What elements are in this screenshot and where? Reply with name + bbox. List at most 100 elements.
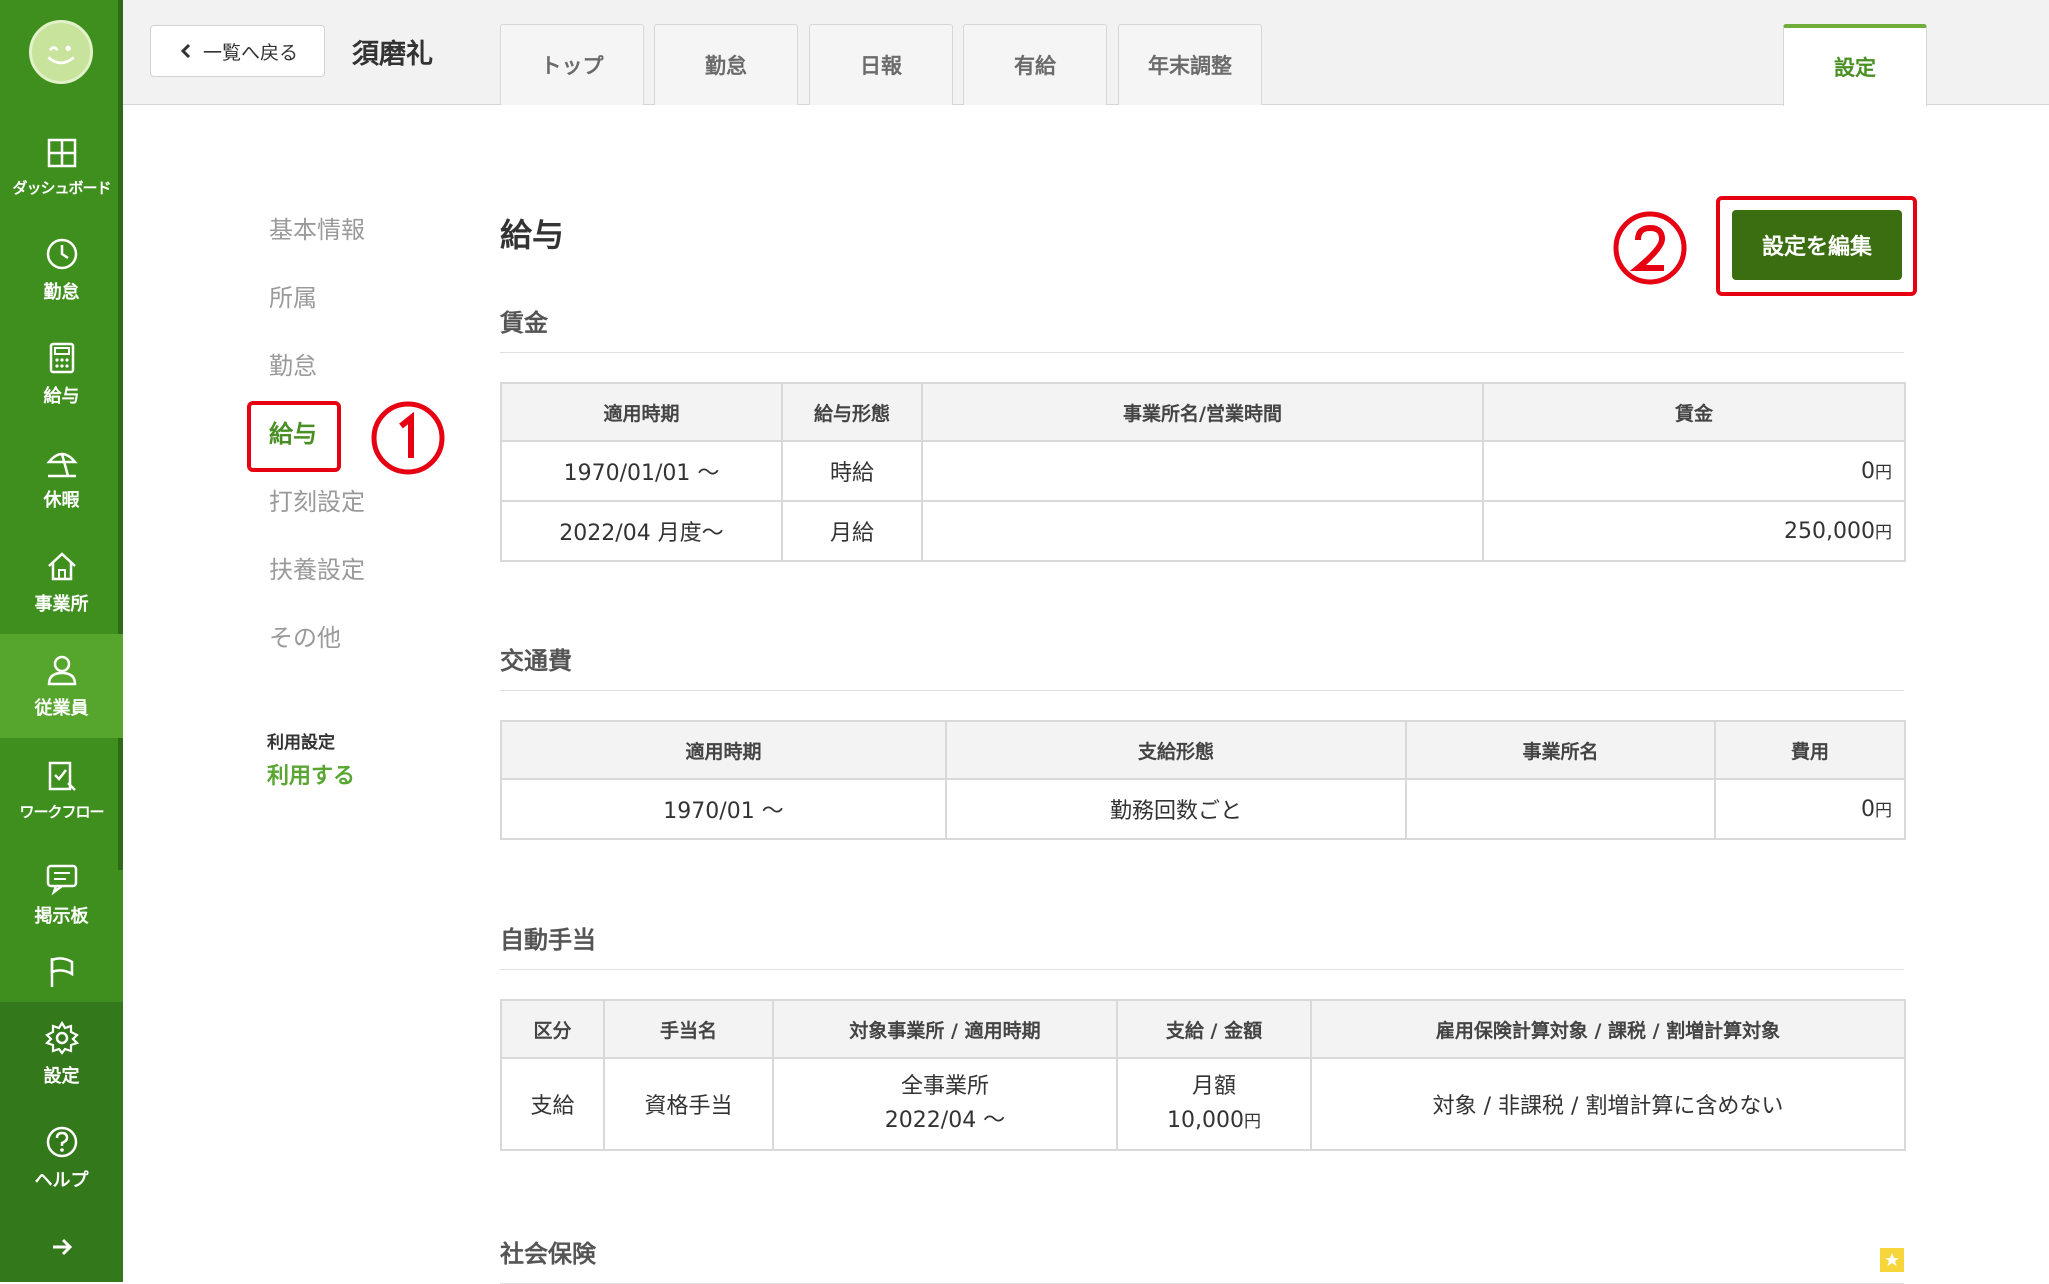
sidebar-collapse-button[interactable]	[0, 1222, 123, 1272]
sidebar-nav: ダッシュボード 勤怠 給与 休暇 事業所 従業員 ワークフロー 掲示板	[0, 114, 123, 1006]
sidebar-item-dashboard[interactable]: ダッシュボード	[0, 114, 123, 218]
smiley-icon	[47, 45, 75, 65]
section-title-transport: 交通費	[500, 641, 1904, 691]
column-header: 支給 / 金額	[1116, 999, 1312, 1059]
calculator-icon	[49, 342, 74, 374]
sidebar-item-employees[interactable]: 従業員	[0, 634, 123, 738]
submenu-affiliation[interactable]: 所属	[269, 273, 429, 341]
table-row: 支給 資格手当 全事業所 2022/04 〜 月額 10,000円 対象 / 非…	[500, 1057, 1906, 1151]
currency-unit: 円	[1875, 463, 1892, 483]
column-header: 対象事業所 / 適用時期	[772, 999, 1118, 1059]
column-header: 賃金	[1482, 382, 1906, 442]
column-header: 雇用保険計算対象 / 課税 / 割増計算対象	[1310, 999, 1906, 1059]
pay-type-cell: 勤務回数ごと	[945, 778, 1407, 840]
sidebar-item-label: 勤怠	[43, 282, 80, 303]
edit-settings-button[interactable]: 設定を編集	[1732, 210, 1902, 280]
sidebar-item-label: 掲示板	[34, 906, 89, 927]
checklist-icon	[48, 761, 76, 791]
allowance-table: 区分 手当名 対象事業所 / 適用時期 支給 / 金額 雇用保険計算対象 / 課…	[500, 999, 1906, 1151]
column-header: 給与形態	[781, 382, 923, 442]
amount-cell: 0円	[1714, 778, 1906, 840]
submenu-basic-info[interactable]: 基本情報	[269, 205, 429, 273]
submenu-other[interactable]: その他	[269, 613, 429, 681]
submenu-dependents[interactable]: 扶養設定	[269, 545, 429, 613]
table-row: 1970/01 〜 勤務回数ごと 0円	[500, 778, 1906, 840]
dashboard-icon	[47, 138, 76, 167]
column-header: 事業所名	[1405, 720, 1716, 780]
tab-top[interactable]: トップ	[500, 24, 644, 105]
circled-number-2-icon	[1613, 211, 1687, 285]
column-header: 区分	[500, 999, 605, 1059]
column-header: 支給形態	[945, 720, 1407, 780]
sidebar-item-payroll[interactable]: 給与	[0, 322, 123, 426]
table-header-row: 適用時期 支給形態 事業所名 費用	[500, 720, 1906, 780]
transport-table: 適用時期 支給形態 事業所名 費用 1970/01 〜 勤務回数ごと 0円	[500, 720, 1906, 840]
pay-type-value: 月額	[1191, 1073, 1236, 1099]
clock-icon	[46, 238, 77, 270]
period-cell: 2022/04 月度〜	[500, 500, 783, 562]
office-cell	[921, 440, 1484, 502]
help-icon	[46, 1126, 77, 1158]
arrow-right-icon	[52, 1238, 72, 1256]
sidebar-item-help[interactable]: ヘルプ	[0, 1106, 123, 1210]
sidebar-item-bulletin[interactable]: 掲示板	[0, 842, 123, 946]
office-cell	[1405, 778, 1716, 840]
column-header: 事業所名/営業時間	[921, 382, 1484, 442]
chat-icon	[46, 864, 77, 896]
usage-setting-value: 利用する	[267, 764, 356, 789]
sidebar-item-label: 給与	[43, 386, 80, 407]
sidebar-item-label: 従業員	[34, 698, 89, 719]
page-title: 給与	[500, 216, 565, 254]
sidebar-item-label: 設定	[43, 1066, 80, 1087]
amount-line: 10,000円	[1119, 1104, 1309, 1139]
column-header: 費用	[1714, 720, 1906, 780]
sidebar-item-vacation[interactable]: 休暇	[0, 426, 123, 530]
amount-cell: 0円	[1482, 440, 1906, 502]
circled-number-1-icon	[371, 401, 445, 475]
gear-icon	[44, 1020, 79, 1055]
annotation-marker-2	[1610, 208, 1690, 288]
sidebar-item-label: ワークフロー	[19, 802, 104, 821]
tab-settings[interactable]: 設定	[1783, 24, 1927, 106]
sidebar-item-workflow[interactable]: ワークフロー	[0, 738, 123, 842]
star-icon	[1885, 1253, 1899, 1266]
tab-paid-leave[interactable]: 有給	[963, 24, 1107, 105]
office-value: 全事業所	[900, 1074, 989, 1099]
tab-year-end-adjustment[interactable]: 年末調整	[1118, 24, 1262, 105]
back-to-list-button[interactable]: 一覧へ戻る	[150, 25, 325, 77]
main-sidebar: ダッシュボード 勤怠 給与 休暇 事業所 従業員 ワークフロー 掲示板 設定 ヘ…	[0, 0, 123, 1282]
pay-type-cell: 月給	[781, 500, 923, 562]
sidebar-item-label: 休暇	[43, 490, 80, 511]
wage-table: 適用時期 給与形態 事業所名/営業時間 賃金 1970/01/01 〜 時給 0…	[500, 382, 1906, 562]
sidebar-item-flag[interactable]	[0, 946, 123, 1006]
allowance-name-cell: 資格手当	[603, 1057, 774, 1151]
currency-unit: 円	[1243, 1111, 1261, 1132]
star-badge[interactable]	[1880, 1248, 1904, 1272]
amount-value: 0	[1861, 797, 1875, 822]
submenu-clock-settings[interactable]: 打刻設定	[269, 477, 429, 545]
column-header: 手当名	[603, 999, 774, 1059]
office-period-cell: 全事業所 2022/04 〜	[772, 1057, 1118, 1151]
sidebar-item-label: ダッシュボード	[12, 178, 111, 197]
user-avatar[interactable]	[29, 20, 93, 84]
tab-attendance[interactable]: 勤怠	[654, 24, 798, 105]
period-value: 2022/04 〜	[884, 1108, 1006, 1133]
annotation-marker-1	[368, 398, 448, 478]
office-cell	[921, 500, 1484, 562]
currency-unit: 円	[1875, 523, 1892, 543]
chevron-left-icon	[180, 43, 191, 59]
usage-setting-label: 利用設定	[267, 733, 335, 753]
section-title-allowance: 自動手当	[500, 920, 1904, 970]
beach-umbrella-icon	[45, 452, 78, 478]
sidebar-item-office[interactable]: 事業所	[0, 530, 123, 634]
pay-amount-cell: 月額 10,000円	[1116, 1057, 1312, 1151]
section-title-wage: 賃金	[500, 303, 1904, 353]
sidebar-item-settings[interactable]: 設定	[0, 1002, 123, 1106]
amount-cell: 250,000円	[1482, 500, 1906, 562]
annotation-highlight-payroll	[247, 401, 341, 472]
sidebar-item-label: ヘルプ	[34, 1170, 89, 1191]
sidebar-item-attendance[interactable]: 勤怠	[0, 218, 123, 322]
tab-daily-report[interactable]: 日報	[809, 24, 953, 105]
home-icon	[47, 552, 76, 581]
period-cell: 1970/01 〜	[500, 778, 947, 840]
